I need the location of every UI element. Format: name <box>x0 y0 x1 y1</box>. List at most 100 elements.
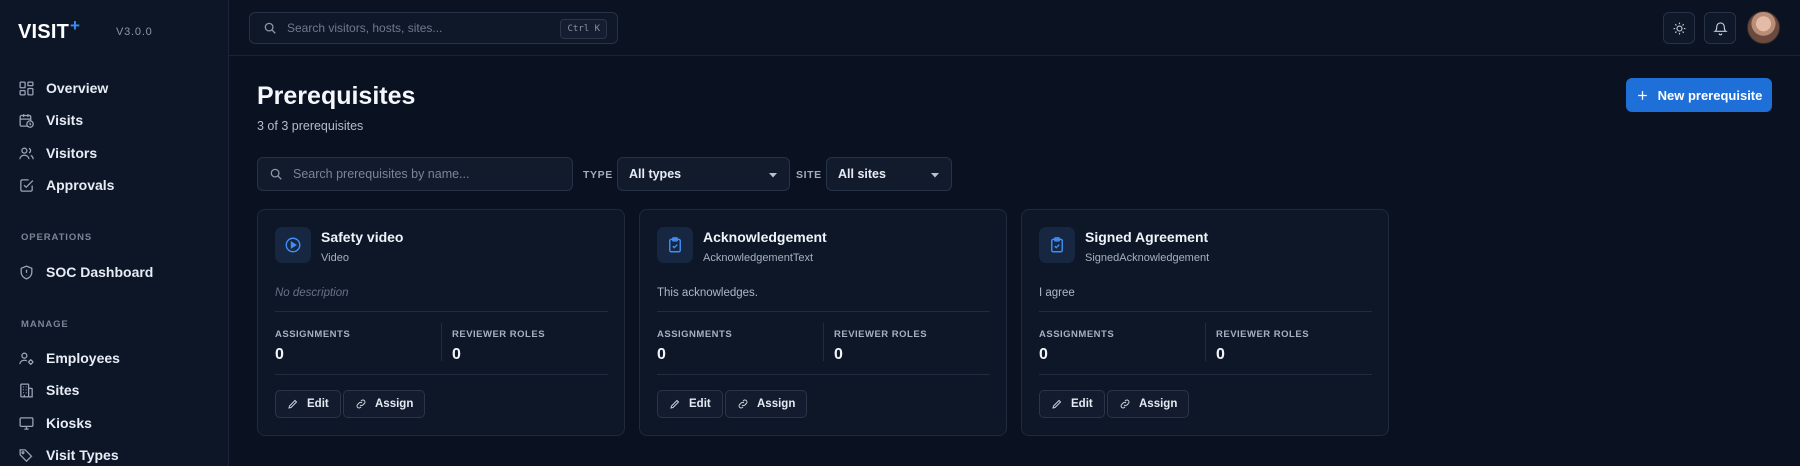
sidebar-item-overview[interactable]: Overview <box>18 77 108 99</box>
pencil-icon <box>288 399 298 409</box>
assign-button[interactable]: Assign <box>343 390 426 418</box>
assignments-count: 0 <box>275 346 284 363</box>
edit-label: Edit <box>1071 398 1093 410</box>
notifications-button[interactable] <box>1704 12 1736 44</box>
reviewer-roles-count: 0 <box>1216 346 1225 363</box>
app-version: V3.0.0 <box>116 26 153 38</box>
new-prerequisite-label: New prerequisite <box>1657 87 1763 103</box>
sidebar-item-label: Overview <box>46 80 109 96</box>
global-search-placeholder: Search visitors, hosts, sites... <box>287 21 443 35</box>
divider <box>1039 374 1372 375</box>
search-icon <box>270 168 282 180</box>
site-filter-value: All sites <box>838 167 886 181</box>
chevron-down-icon <box>769 173 777 178</box>
users-icon <box>19 147 34 159</box>
sidebar-item-employees[interactable]: Employees <box>18 347 120 369</box>
pencil-icon <box>670 399 680 409</box>
tags-icon <box>19 448 33 462</box>
link-icon <box>1120 399 1130 409</box>
sidebar-item-sites[interactable]: Sites <box>18 379 79 401</box>
divider <box>1039 311 1372 312</box>
sidebar-item-label: Approvals <box>46 177 115 193</box>
shield-icon <box>20 264 33 280</box>
assignments-label: ASSIGNMENTS <box>1039 329 1115 340</box>
prerequisite-search-input[interactable]: Search prerequisites by name... <box>257 157 573 191</box>
grid-icon <box>19 80 34 96</box>
play-circle-icon <box>285 237 301 253</box>
divider <box>657 311 990 312</box>
edit-button[interactable]: Edit <box>275 390 341 418</box>
divider <box>823 323 824 361</box>
sidebar-item-visit-types[interactable]: Visit Types <box>18 444 119 466</box>
clipboard-check-icon <box>1051 237 1063 253</box>
sidebar-item-label: Kiosks <box>46 415 92 431</box>
building-icon <box>20 382 33 398</box>
brand-logo[interactable]: VISIT + V3.0.0 <box>18 16 152 44</box>
chevron-down-icon <box>931 173 939 178</box>
user-cog-icon <box>19 352 34 365</box>
page-title: Prerequisites <box>257 82 416 110</box>
edit-button[interactable]: Edit <box>657 390 723 418</box>
prerequisite-card: Signed Agreement SignedAcknowledgement I… <box>1021 209 1389 436</box>
link-icon <box>356 399 366 409</box>
sidebar: VISIT + V3.0.0 Overview Visits Visitors … <box>0 0 229 466</box>
assignments-label: ASSIGNMENTS <box>275 329 351 340</box>
avatar[interactable] <box>1747 11 1780 44</box>
sidebar-item-visitors[interactable]: Visitors <box>18 142 97 164</box>
sidebar-item-visits[interactable]: Visits <box>18 109 83 131</box>
assign-label: Assign <box>1139 398 1178 410</box>
check-square-icon <box>20 178 34 192</box>
new-prerequisite-button[interactable]: New prerequisite <box>1626 78 1772 112</box>
divider <box>275 374 608 375</box>
nav-section-operations: OPERATIONS <box>21 232 93 243</box>
assign-button[interactable]: Assign <box>725 390 808 418</box>
site-filter-select[interactable]: All sites <box>826 157 952 191</box>
sidebar-item-label: Visit Types <box>46 447 119 463</box>
theme-toggle-button[interactable] <box>1663 12 1695 44</box>
type-filter-label: TYPE <box>583 169 613 181</box>
search-shortcut-hint: Ctrl K <box>560 19 607 39</box>
assign-button[interactable]: Assign <box>1107 390 1190 418</box>
assign-label: Assign <box>375 398 414 410</box>
prerequisite-card: Acknowledgement AcknowledgementText This… <box>639 209 1007 436</box>
sidebar-item-label: Visitors <box>46 145 98 161</box>
reviewer-roles-label: REVIEWER ROLES <box>452 329 546 340</box>
divider <box>275 311 608 312</box>
brand-plus: + <box>70 16 80 35</box>
divider <box>441 323 442 361</box>
prerequisite-name: Acknowledgement <box>703 229 827 245</box>
prerequisite-description: This acknowledges. <box>657 287 758 299</box>
search-icon <box>264 22 276 34</box>
sidebar-item-label: SOC Dashboard <box>46 264 154 280</box>
prerequisite-search-placeholder: Search prerequisites by name... <box>293 167 470 181</box>
prerequisite-description: I agree <box>1039 287 1075 299</box>
sun-icon <box>1673 22 1685 34</box>
assign-label: Assign <box>757 398 796 410</box>
results-count: 3 of 3 prerequisites <box>257 119 364 133</box>
edit-label: Edit <box>689 398 711 410</box>
prerequisite-description: No description <box>275 287 349 299</box>
divider <box>1205 323 1206 361</box>
assignments-count: 0 <box>1039 346 1048 363</box>
sidebar-item-approvals[interactable]: Approvals <box>18 174 114 196</box>
sidebar-item-kiosks[interactable]: Kiosks <box>18 412 92 434</box>
sidebar-item-label: Visits <box>46 112 84 128</box>
bell-icon <box>1712 21 1728 35</box>
brand-name: VISIT <box>18 20 70 43</box>
prerequisite-type-badge <box>1039 227 1075 263</box>
site-filter-label: SITE <box>796 169 822 181</box>
sidebar-item-soc-dashboard[interactable]: SOC Dashboard <box>18 261 153 283</box>
divider <box>657 374 990 375</box>
global-search-input[interactable]: Search visitors, hosts, sites... Ctrl K <box>249 12 618 44</box>
nav-section-manage: MANAGE <box>21 319 69 330</box>
reviewer-roles-label: REVIEWER ROLES <box>1216 329 1310 340</box>
link-icon <box>738 399 748 409</box>
pencil-icon <box>1052 399 1062 409</box>
type-filter-select[interactable]: All types <box>617 157 790 191</box>
edit-button[interactable]: Edit <box>1039 390 1105 418</box>
reviewer-roles-count: 0 <box>452 346 461 363</box>
assignments-count: 0 <box>657 346 666 363</box>
prerequisite-name: Safety video <box>321 229 404 245</box>
topbar: Search visitors, hosts, sites... Ctrl K <box>229 0 1800 56</box>
type-filter-value: All types <box>629 167 682 181</box>
